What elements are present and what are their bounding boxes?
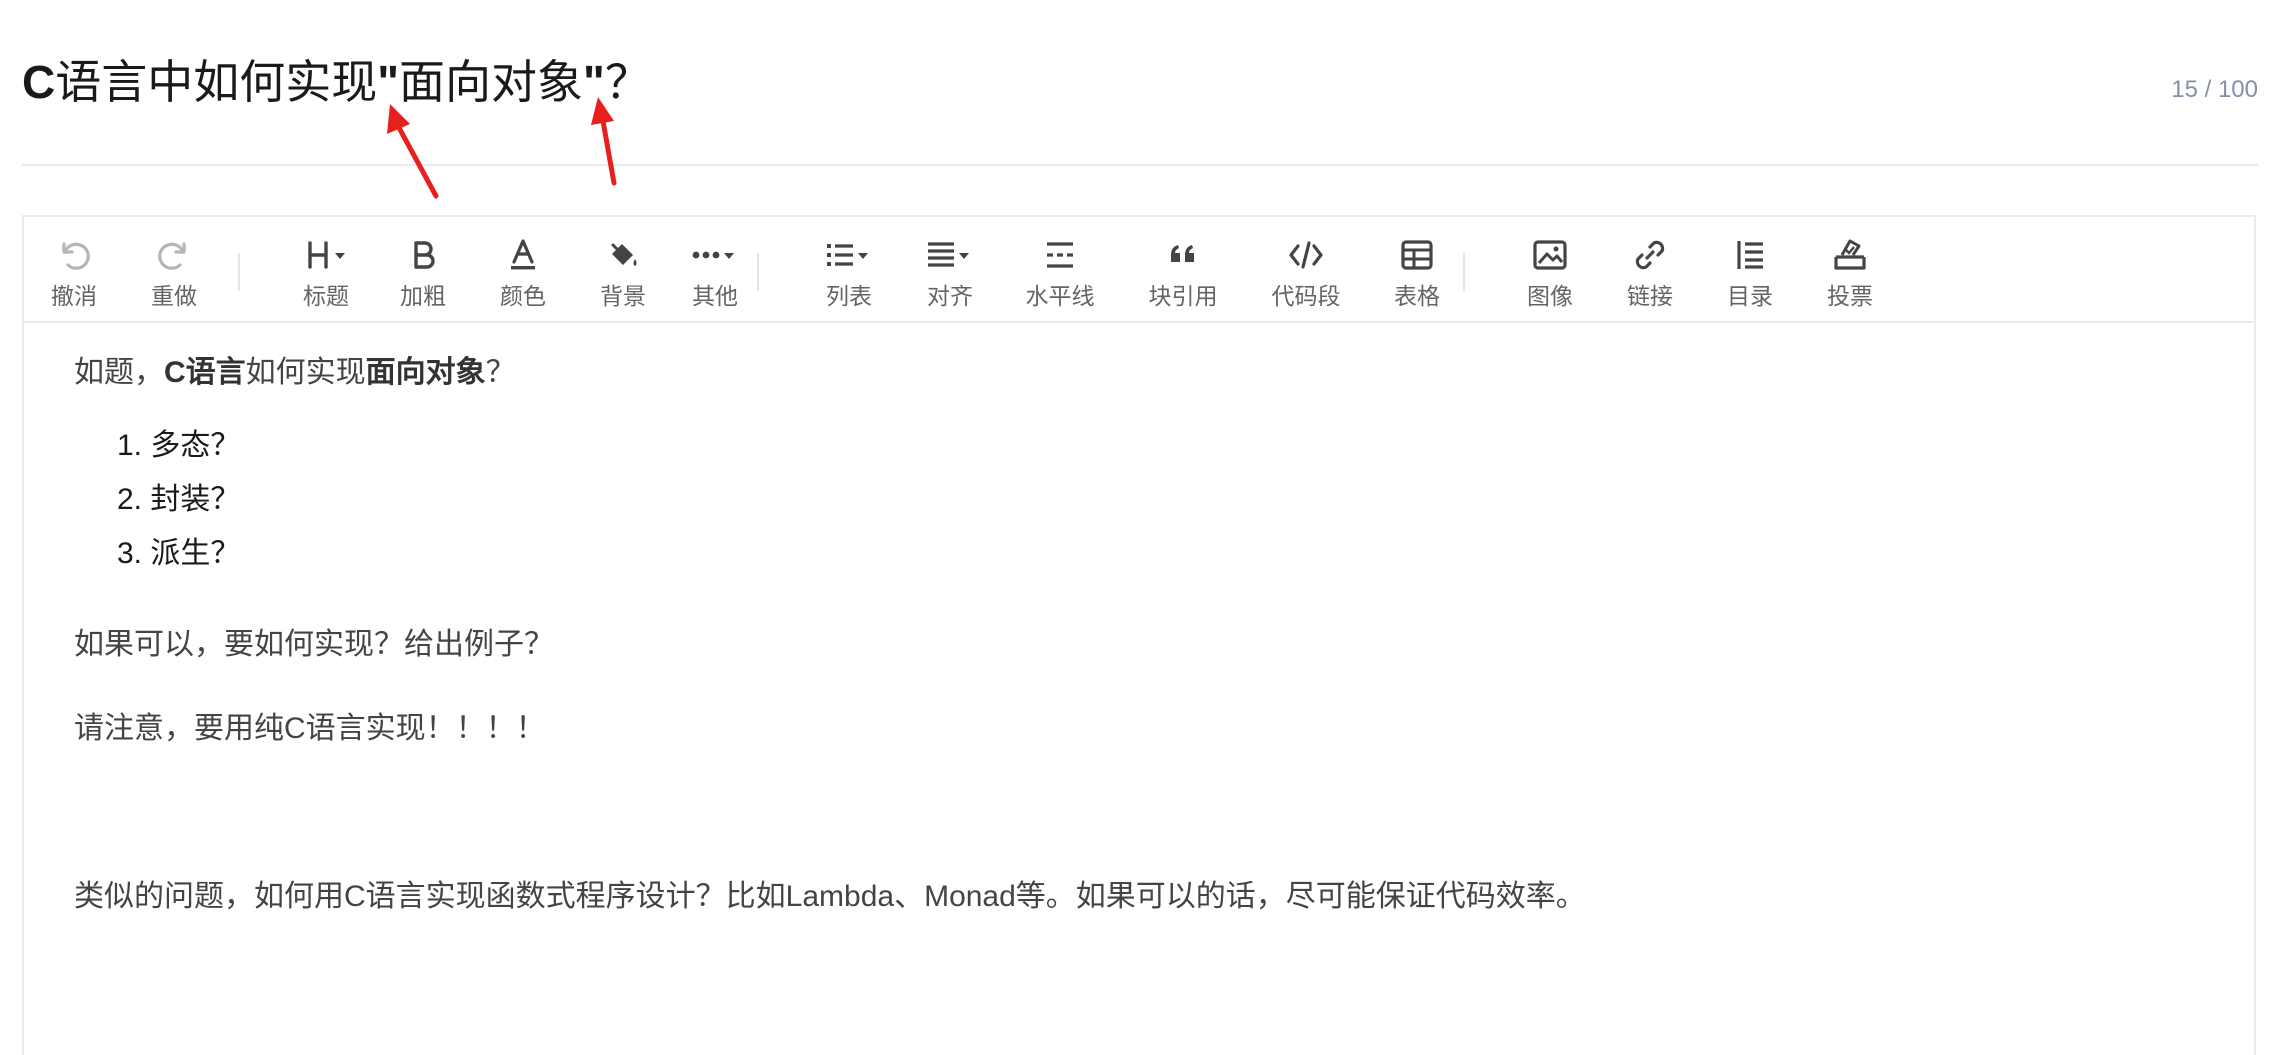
paint-bucket-icon [587, 235, 659, 279]
more-dots-icon [679, 235, 751, 279]
quote-icon [1147, 235, 1219, 279]
blockquote-label: 块引用 [1148, 283, 1218, 309]
text-color-icon [487, 235, 559, 279]
image-button[interactable]: 图像 [1502, 231, 1598, 311]
more-button[interactable]: 其他 [667, 231, 763, 311]
title-divider [22, 164, 2258, 166]
editor-toolbar: 撤消 重做 标题 加粗 颜色 背景 其他 列表 对齐 水平线 块引用 代码段 表… [24, 217, 2254, 323]
list-item-text: 封装？ [150, 483, 241, 516]
title-input-row[interactable]: C语言中如何实现"面向对象"？ 15 / 100 [22, 40, 2258, 124]
horizontal-rule-icon [1024, 235, 1096, 279]
more-label: 其他 [692, 283, 738, 309]
toc-button[interactable]: 目录 [1702, 231, 1798, 311]
toc-label: 目录 [1727, 283, 1773, 309]
bold-label: 加粗 [400, 283, 446, 309]
link-label: 链接 [1627, 283, 1673, 309]
redo-label: 重做 [151, 283, 197, 309]
list-item: 1. 多态？ [117, 429, 241, 462]
background-color-button[interactable]: 背景 [575, 231, 671, 311]
align-icon [914, 235, 986, 279]
list-button[interactable]: 列表 [801, 231, 897, 311]
title-part2: 面向对象 [399, 56, 584, 108]
title-quote-close: " [583, 56, 605, 108]
text-color-label: 颜色 [500, 283, 546, 309]
align-button[interactable]: 对齐 [902, 231, 998, 311]
paragraph: 请注意，要用纯C语言实现！！！！ [74, 712, 546, 745]
image-label: 图像 [1527, 283, 1573, 309]
toolbar-separator [757, 253, 759, 291]
redo-icon [138, 235, 210, 279]
table-button[interactable]: 表格 [1369, 231, 1465, 311]
title-bold-c: C [22, 56, 56, 108]
codeblock-label: 代码段 [1271, 283, 1341, 309]
image-icon [1514, 235, 1586, 279]
hr-label: 水平线 [1025, 283, 1095, 309]
vote-label: 投票 [1827, 283, 1873, 309]
list-item-text: 派生？ [150, 537, 241, 570]
bold-icon [387, 235, 459, 279]
link-button[interactable]: 链接 [1602, 231, 1698, 311]
code-block-button[interactable]: 代码段 [1258, 231, 1354, 311]
redo-button[interactable]: 重做 [126, 231, 222, 311]
ordered-list: 1. 多态？ 2. 封装？ 3. 派生？ [117, 424, 240, 586]
toolbar-separator [1463, 253, 1465, 291]
link-icon [1614, 235, 1686, 279]
title-part1: 语言中如何实现 [55, 56, 378, 108]
toolbar-separator [238, 253, 240, 291]
bold-text-run: C语言 [164, 356, 246, 389]
table-icon [1381, 235, 1453, 279]
text-run: ？ [485, 356, 516, 389]
list-item: 3. 派生？ [117, 537, 241, 570]
list-item-text: 多态？ [150, 429, 241, 462]
blockquote-button[interactable]: 块引用 [1135, 231, 1231, 311]
table-label: 表格 [1394, 283, 1440, 309]
bold-text-run: 面向对象 [365, 356, 486, 389]
heading-label: 标题 [303, 283, 349, 309]
bold-button[interactable]: 加粗 [375, 231, 471, 311]
title-part3: ？ [604, 56, 651, 108]
undo-label: 撤消 [51, 283, 97, 309]
list-icon [813, 235, 885, 279]
rich-text-editor: 撤消 重做 标题 加粗 颜色 背景 其他 列表 对齐 水平线 块引用 代码段 表… [22, 215, 2256, 1055]
list-item: 2. 封装？ [117, 483, 241, 516]
title-quote-open: " [377, 56, 400, 108]
paragraph: 类似的问题，如何用C语言实现函数式程序设计？比如Lambda、Monad等。如果… [74, 880, 1586, 913]
paragraph: 如果可以，要如何实现？给出例子？ [74, 628, 554, 661]
undo-icon [38, 235, 110, 279]
text-run: 如题， [74, 356, 164, 389]
heading-icon [290, 235, 362, 279]
text-color-button[interactable]: 颜色 [475, 231, 571, 311]
background-label: 背景 [600, 283, 646, 309]
question-title[interactable]: C语言中如何实现"面向对象"？ [22, 52, 651, 112]
undo-button[interactable]: 撤消 [26, 231, 122, 311]
heading-button[interactable]: 标题 [278, 231, 374, 311]
list-label: 列表 [826, 283, 872, 309]
table-of-contents-icon [1714, 235, 1786, 279]
paragraph: 如题，C语言如何实现面向对象？ [74, 351, 516, 395]
align-label: 对齐 [927, 283, 973, 309]
code-icon [1270, 235, 1342, 279]
title-char-counter: 15 / 100 [2171, 76, 2258, 103]
vote-button[interactable]: 投票 [1802, 231, 1898, 311]
ballot-box-icon [1814, 235, 1886, 279]
text-run: 如何实现 [245, 356, 366, 389]
horizontal-rule-button[interactable]: 水平线 [1012, 231, 1108, 311]
